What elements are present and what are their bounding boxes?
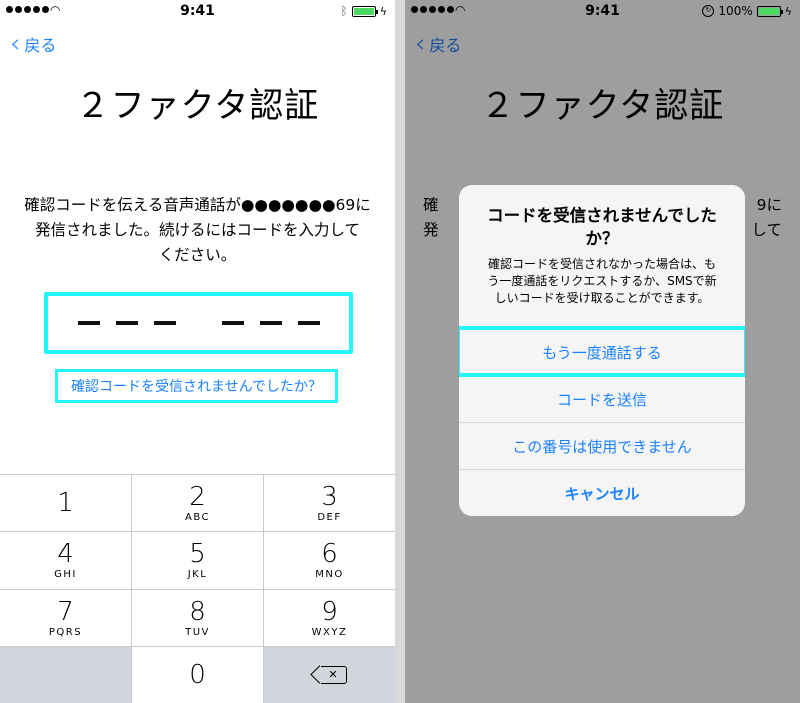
- divider: [395, 0, 405, 703]
- status-time: 9:41: [180, 3, 215, 19]
- chevron-left-icon: ‹: [10, 29, 21, 59]
- bluetooth-icon: ᛒ: [340, 4, 348, 18]
- back-label: 戻る: [24, 36, 57, 55]
- alert-message: 確認コードを受信されなかった場合は、も う一度通話をリクエストするか、SMSで新…: [487, 257, 717, 305]
- verification-code-input[interactable]: [44, 292, 353, 354]
- key-blank: [0, 646, 131, 703]
- status-time: 9:41: [585, 3, 620, 19]
- status-bar: ◠ 9:41 ↻ 100% ϟ: [405, 0, 800, 22]
- description: 確認コードを伝える音声通話が●●●●●●●69に 発信されました。続けるにはコー…: [18, 193, 377, 268]
- left-screen: ◠ 9:41 ᛒ ϟ ‹ 戻る ２ファクタ認証 確認コードを伝える音声通話が●●…: [0, 0, 395, 703]
- code-not-received-link[interactable]: 確認コードを受信されませんでしたか？: [55, 369, 338, 403]
- delete-key[interactable]: ✕: [264, 646, 395, 703]
- key-6[interactable]: 6 MNO: [264, 532, 395, 589]
- call-again-button[interactable]: もう一度通話する: [459, 326, 745, 377]
- status-bar: ◠ 9:41 ᛒ ϟ: [0, 0, 395, 22]
- description-line: ください。: [158, 246, 237, 264]
- backspace-icon: ✕: [320, 665, 347, 684]
- cancel-button[interactable]: キャンセル: [459, 469, 745, 516]
- description-line: 発信されました。続けるにはコードを入力して: [34, 221, 361, 239]
- send-code-button[interactable]: コードを送信: [459, 375, 745, 422]
- alert-title: コードを受信されませんでした か？: [487, 206, 717, 248]
- description-line: 確認コードを伝える音声通話が●●●●●●●69に: [24, 196, 371, 214]
- key-0[interactable]: 0: [132, 646, 263, 703]
- key-7[interactable]: 7 PQRS: [0, 589, 131, 646]
- page-title: ２ファクタ認証: [75, 86, 320, 126]
- code-not-received-alert: コードを受信されませんでした か？ 確認コードを受信されなかった場合は、も う一…: [459, 185, 745, 516]
- key-9[interactable]: 9 WXYZ: [264, 589, 395, 646]
- back-button[interactable]: ‹ 戻る: [10, 29, 57, 59]
- key-1[interactable]: 1: [0, 475, 131, 532]
- key-2[interactable]: 2 ABC: [132, 475, 263, 532]
- key-3[interactable]: 3 DEF: [264, 475, 395, 532]
- key-5[interactable]: 5 JKL: [132, 532, 263, 589]
- number-unavailable-button[interactable]: この番号は使用できません: [459, 422, 745, 469]
- numeric-keypad: 1 2 ABC 3 DEF 4 GHI 5 JKL 6 MNO 7 PQRS 8 TUV 9W…: [0, 474, 395, 703]
- key-4[interactable]: 4 GHI: [0, 532, 131, 589]
- right-screen: ◠ 9:41 ↻ 100% ϟ ‹ 戻る ２ファクタ認証 確 9に 発 して コ…: [405, 0, 800, 703]
- charging-icon: ϟ: [379, 4, 387, 18]
- key-8[interactable]: 8 TUV: [132, 589, 263, 646]
- code-placeholder: [70, 321, 328, 325]
- battery-icon: [351, 5, 378, 17]
